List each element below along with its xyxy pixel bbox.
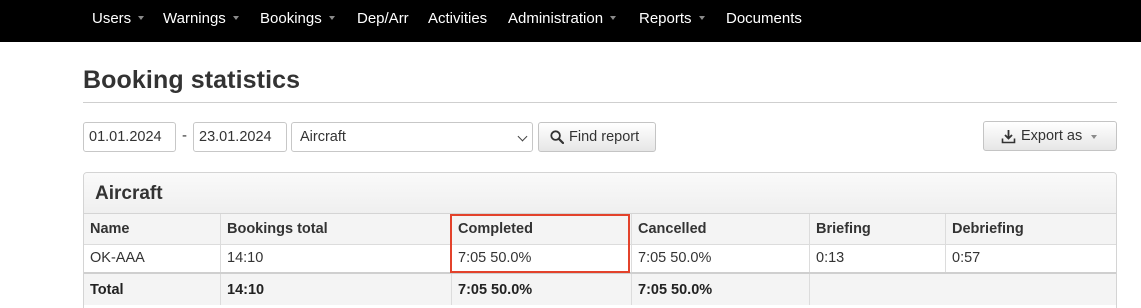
table-row: OK-AAA 14:10 7:05 50.0% 7:05 50.0% 0:13 … [84,244,1116,273]
table-total-row: Total 14:10 7:05 50.0% 7:05 50.0% [84,272,1116,305]
table-header-row: Name Bookings total Completed Cancelled … [84,214,1116,245]
nav-users[interactable]: Users [92,0,145,38]
nav-label: Administration [508,10,604,27]
column-header: Name [84,214,221,245]
nav-bookings[interactable]: Bookings [260,0,335,38]
page-title: Booking statistics [83,66,301,94]
date-range-separator: - [182,127,187,144]
nav-reports[interactable]: Reports [639,0,705,38]
table-cell: 0:13 [809,244,946,273]
table-cell-empty [809,272,1116,305]
column-header: Completed [451,214,632,245]
caret-down-icon [1091,135,1097,139]
nav-activities[interactable]: Activities [428,0,487,38]
top-navbar: Users Warnings Bookings Dep/Arr Activiti… [0,0,1141,42]
table-cell: 7:05 50.0% [451,244,632,273]
column-header: Bookings total [220,214,452,245]
search-icon [550,130,564,144]
nav-label: Bookings [260,10,322,27]
table-cell: OK-AAA [84,244,221,273]
column-header: Debriefing [945,214,1116,245]
table-cell: 14:10 [220,272,452,305]
table-cell: 0:57 [945,244,1116,273]
nav-warnings[interactable]: Warnings [163,0,239,38]
table-cell: 14:10 [220,244,452,273]
group-by-select[interactable]: Aircraft [291,122,533,152]
chevron-down-icon [517,131,528,142]
find-report-label: Find report [569,129,640,145]
nav-label: Activities [428,10,488,27]
caret-down-icon [698,16,705,21]
nav-label: Reports [639,10,692,27]
aircraft-panel: Aircraft Name Bookings total Completed C… [83,172,1117,308]
group-by-value: Aircraft [300,129,346,145]
nav-label: Warnings [163,10,226,27]
panel-title: Aircraft [84,173,1116,214]
booking-stats-table: Name Bookings total Completed Cancelled … [84,214,1116,305]
nav-label: Dep/Arr [357,10,409,27]
nav-administration[interactable]: Administration [508,0,617,38]
caret-down-icon [138,16,145,21]
export-as-button[interactable]: Export as [983,121,1117,151]
caret-down-icon [610,16,617,21]
export-as-label: Export as [1021,128,1083,144]
nav-label: Documents [726,10,802,27]
nav-label: Users [92,10,132,27]
column-header: Briefing [809,214,946,245]
table-cell: Total [84,272,221,305]
nav-documents[interactable]: Documents [726,0,802,38]
date-from-input[interactable]: 01.01.2024 [83,122,176,152]
title-divider [83,102,1117,103]
find-report-button[interactable]: Find report [538,122,656,152]
table-cell: 7:05 50.0% [451,272,632,305]
caret-down-icon [232,16,239,21]
table-cell: 7:05 50.0% [631,244,810,273]
column-header: Cancelled [631,214,810,245]
download-icon [1001,130,1016,144]
table-cell: 7:05 50.0% [631,272,810,305]
caret-down-icon [328,16,335,21]
nav-dep-arr[interactable]: Dep/Arr [357,0,409,38]
date-to-input[interactable]: 23.01.2024 [193,122,287,152]
